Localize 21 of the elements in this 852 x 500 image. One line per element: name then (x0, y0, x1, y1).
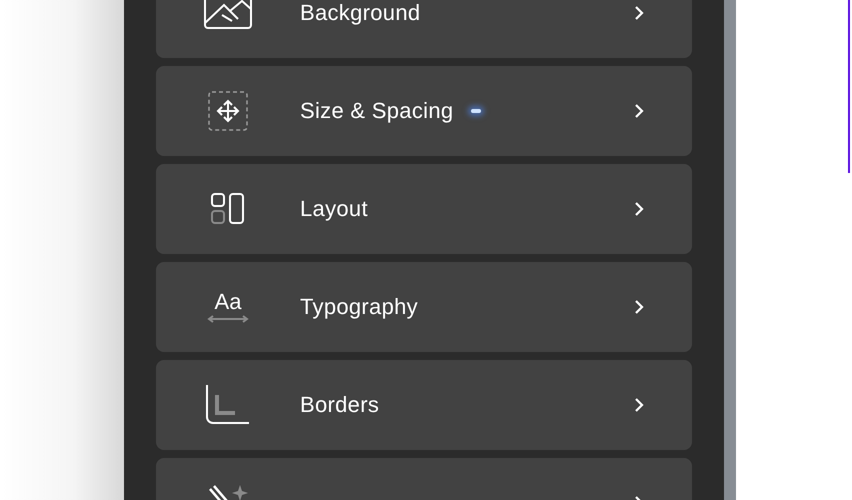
corner-icon (205, 385, 251, 425)
settings-card[interactable]: Borders (156, 360, 692, 450)
settings-card[interactable]: Aa Typography (156, 262, 692, 352)
card-label: Size & Spacing (300, 98, 454, 124)
layout-icon (211, 193, 245, 225)
card-label: Background (300, 0, 420, 26)
chevron-right-icon (634, 397, 644, 413)
settings-card[interactable]: Layout (156, 164, 692, 254)
chevron-right-icon (634, 5, 644, 21)
settings-card[interactable]: Background (156, 0, 692, 58)
landscape-icon (204, 0, 252, 29)
typography-icon-text: Aa (214, 291, 242, 313)
card-label: Layout (300, 196, 368, 222)
card-label: Typography (300, 294, 418, 320)
move-icon (208, 91, 248, 131)
settings-card[interactable]: Size & Spacing (156, 66, 692, 156)
chevron-right-icon (634, 201, 644, 217)
double-arrow-icon (207, 315, 249, 323)
chevron-right-icon (634, 299, 644, 315)
chevron-right-icon (634, 103, 644, 119)
card-label: Borders (300, 392, 380, 418)
